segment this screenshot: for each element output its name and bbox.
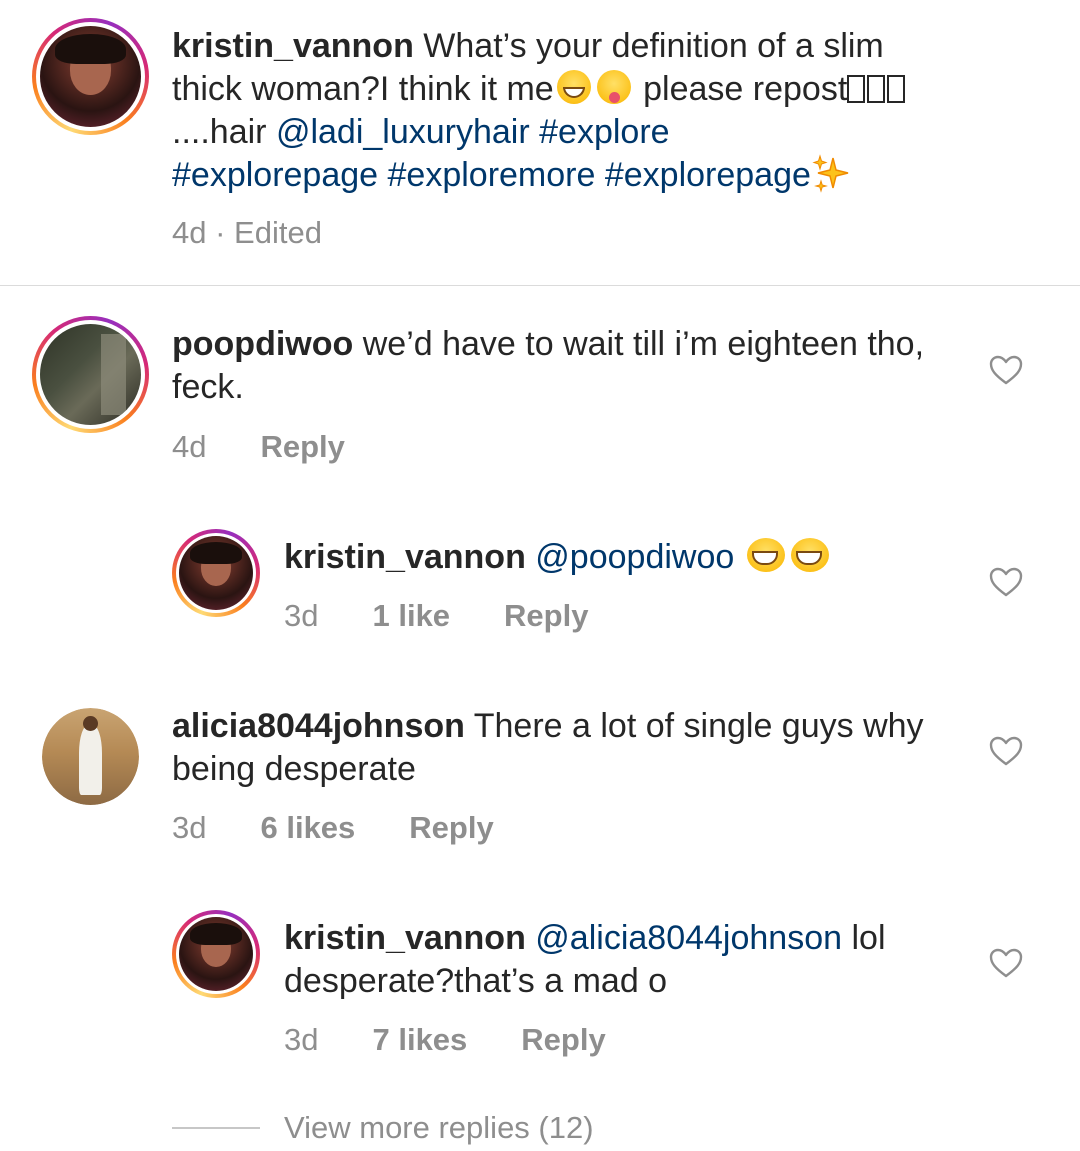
missing-glyph-icon (847, 75, 866, 103)
reply-time: 3d (284, 598, 319, 633)
heart-outline-icon[interactable] (989, 736, 1023, 766)
view-more-replies-label: View more replies (12) (284, 1110, 594, 1145)
missing-glyph-icon (887, 75, 906, 103)
comment-text: alicia8044johnson There a lot of single … (172, 705, 932, 791)
grinning-squinting-emoji-icon (554, 70, 594, 104)
face-with-tongue-emoji-icon (594, 70, 634, 104)
comment-meta: 4d Reply (172, 429, 345, 465)
laughing-emoji-icon (744, 538, 788, 572)
likes-count[interactable]: 1 like (372, 598, 450, 634)
view-more-line (172, 1127, 260, 1129)
reply-text: kristin_vannon @poopdiwoo (284, 536, 944, 579)
comment-author-avatar[interactable] (32, 316, 149, 433)
comment-username[interactable]: alicia8044johnson (172, 707, 465, 745)
reply-mention[interactable]: @alicia8044johnson (535, 919, 842, 957)
caption-body-part2: please repost (633, 70, 848, 108)
reply-username[interactable]: kristin_vannon (284, 919, 526, 957)
reply-button[interactable]: Reply (260, 429, 344, 465)
comment-author-avatar[interactable] (42, 708, 139, 805)
caption-divider (0, 285, 1080, 286)
caption-time: 4d (172, 215, 207, 250)
laughing-emoji-icon (788, 538, 832, 572)
reply-meta: 3d 7 likes Reply (284, 1022, 606, 1058)
reply-author-avatar[interactable] (172, 529, 260, 617)
reply-meta: 3d 1 like Reply (284, 598, 588, 634)
caption-body-part3: ....hair (172, 113, 276, 151)
likes-count[interactable]: 7 likes (372, 1022, 467, 1058)
caption-author-avatar[interactable] (32, 18, 149, 135)
reply-time: 3d (284, 1022, 319, 1057)
reply-button[interactable]: Reply (521, 1022, 605, 1058)
avatar-image (40, 324, 141, 425)
reply-button[interactable]: Reply (504, 598, 588, 634)
heart-outline-icon[interactable] (989, 355, 1023, 385)
comment-meta: 3d 6 likes Reply (172, 810, 494, 846)
caption-edited-label: Edited (234, 215, 322, 250)
view-more-replies-button[interactable]: View more replies (12) (172, 1110, 594, 1146)
comment-time: 4d (172, 429, 207, 464)
caption-hashtags-2[interactable]: #explorepage #exploremore #explorepage (172, 156, 811, 194)
avatar-image (179, 536, 253, 610)
caption-mention[interactable]: @ladi_luxuryhair (276, 113, 530, 151)
sparkles-emoji-icon (812, 154, 849, 193)
caption-username[interactable]: kristin_vannon (172, 27, 414, 65)
reply-author-avatar[interactable] (172, 910, 260, 998)
reply-text: kristin_vannon @alicia8044johnson lol de… (284, 917, 944, 1003)
comment-username[interactable]: poopdiwoo (172, 325, 353, 363)
reply-button[interactable]: Reply (409, 810, 493, 846)
reply-username[interactable]: kristin_vannon (284, 538, 526, 576)
reply-mention[interactable]: @poopdiwoo (535, 538, 734, 576)
heart-outline-icon[interactable] (989, 948, 1023, 978)
avatar-image (42, 708, 139, 805)
likes-count[interactable]: 6 likes (260, 810, 355, 846)
avatar-image (40, 26, 141, 127)
post-caption: kristin_vannon What’s your definition of… (0, 0, 1080, 285)
heart-outline-icon[interactable] (989, 567, 1023, 597)
caption-meta: 4d · Edited (172, 215, 322, 251)
caption-hashtags-1[interactable]: #explore (530, 113, 669, 151)
avatar-image (179, 917, 253, 991)
comment-time: 3d (172, 810, 207, 845)
comment-text: poopdiwoo we’d have to wait till i’m eig… (172, 323, 932, 409)
missing-glyph-icon (867, 75, 886, 103)
caption-separator: · (206, 215, 235, 250)
caption-text: kristin_vannon What’s your definition of… (172, 25, 952, 197)
